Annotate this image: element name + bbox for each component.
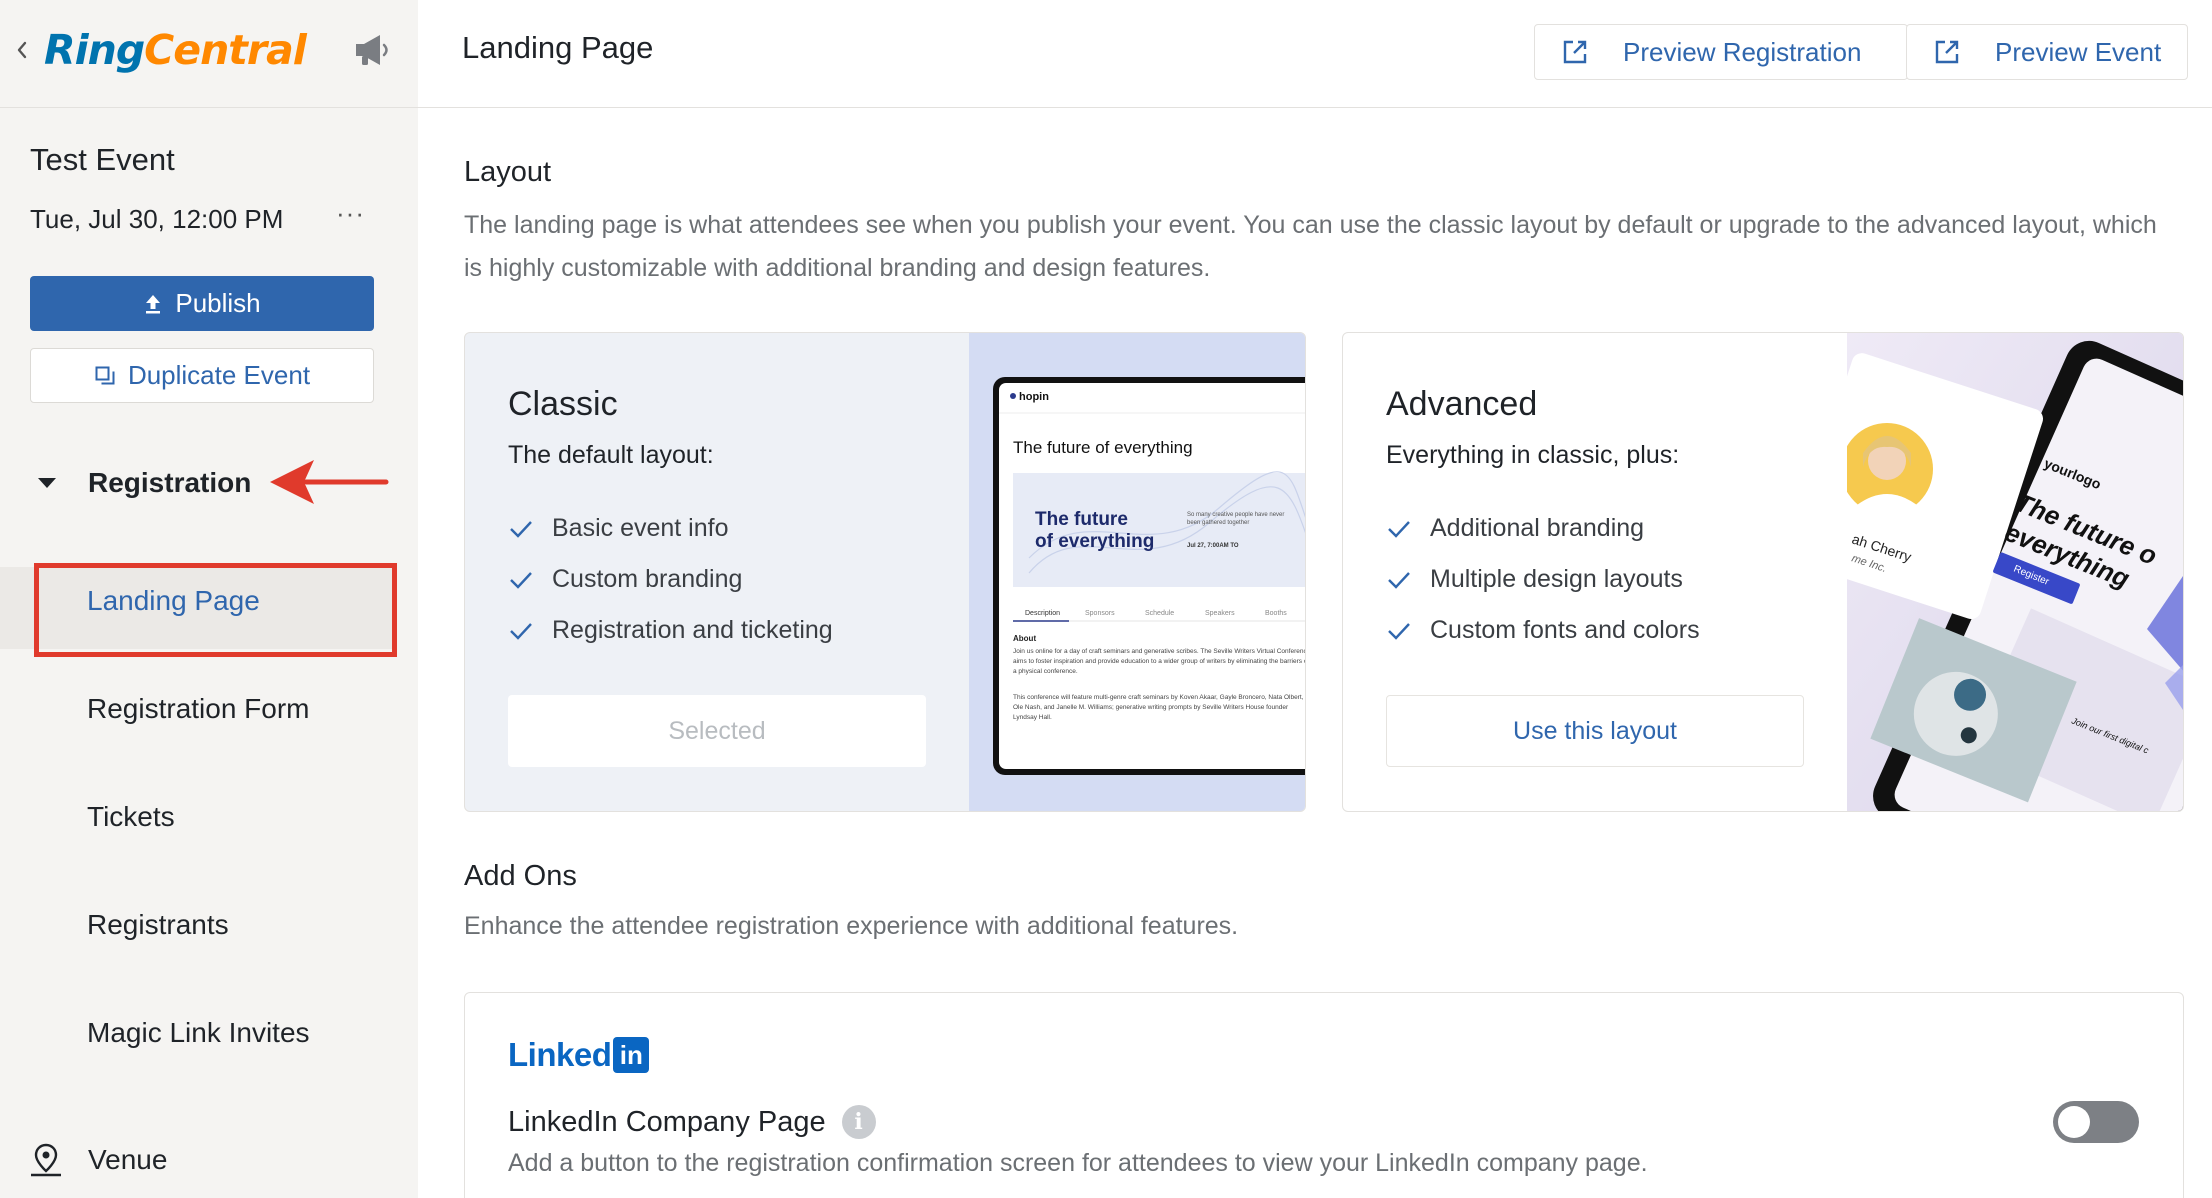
top-header: Landing Page Preview Registration Previe… (418, 0, 2212, 108)
preview-about-text2: This conference will feature multi-genre… (1013, 694, 1304, 721)
check-icon (510, 622, 532, 640)
preview-tab: Speakers (1205, 610, 1235, 617)
chevron-left-icon[interactable] (14, 36, 30, 64)
preview-brand: hopin (1019, 391, 1049, 403)
event-title: Test Event (30, 142, 175, 177)
logo-ring: Ring (44, 26, 145, 74)
linkedin-title-row: LinkedIn Company Page i (508, 1105, 876, 1139)
linkedin-description: Add a button to the registration confirm… (508, 1149, 1648, 1177)
publish-label: Publish (175, 288, 261, 318)
preview-hero-date: Jul 27, 7:00AM TO (1187, 543, 1239, 549)
app-root: Ring Central Test Event Tue, Jul 30, 12:0… (0, 0, 2212, 1198)
megaphone-icon[interactable] (350, 30, 396, 70)
more-options-button[interactable]: ··· (336, 200, 370, 230)
event-date: Tue, Jul 30, 12:00 PM (30, 204, 284, 234)
preview-hero-line2: of everything (1035, 531, 1154, 552)
info-icon[interactable]: i (841, 1105, 876, 1139)
preview-about-label: About (1013, 634, 1036, 643)
upload-icon (146, 294, 161, 313)
annotation-arrow-icon (270, 460, 389, 504)
external-link-icon (1563, 40, 1587, 64)
sidebar-item-magic-link-invites[interactable]: Magic Link Invites (87, 1017, 310, 1049)
ringcentral-logo: Ring Central (44, 22, 307, 78)
addons-heading: Add Ons (464, 860, 577, 892)
copy-icon (95, 366, 115, 384)
feature-label: Registration and ticketing (552, 616, 833, 644)
preview-tab: Description (1025, 610, 1060, 617)
preview-registration-label: Preview Registration (1623, 36, 1862, 67)
toggle-knob (2058, 1106, 2090, 1138)
registration-section-label: Registration (88, 467, 252, 498)
preview-hero-note: So many creative people have never been … (1187, 512, 1285, 526)
advanced-title: Advanced (1386, 385, 1538, 423)
logo-central: Central (144, 26, 307, 74)
list-item: Basic event info (508, 503, 833, 554)
preview-hero-line1: The future (1035, 509, 1128, 530)
classic-feature-list: Basic event info Custom branding Registr… (508, 503, 833, 656)
sidebar: Ring Central Test Event Tue, Jul 30, 12:0… (0, 0, 418, 1198)
classic-selected-button: Selected (508, 695, 926, 767)
registration-section-toggle[interactable]: Registration (30, 460, 251, 506)
advanced-layout-card[interactable]: Advanced Everything in classic, plus: Ad… (1342, 332, 2184, 812)
preview-event-button[interactable]: Preview Event (1906, 24, 2188, 80)
advanced-feature-list: Additional branding Multiple design layo… (1386, 503, 1700, 656)
preview-headline: The future of everything (1013, 438, 1193, 457)
list-item: Multiple design layouts (1386, 554, 1700, 605)
check-icon (1388, 571, 1410, 589)
classic-title: Classic (508, 385, 618, 423)
list-item: Custom branding (508, 554, 833, 605)
check-icon (510, 571, 532, 589)
preview-tab: Schedule (1145, 610, 1174, 617)
linkedin-title: LinkedIn Company Page (508, 1105, 826, 1138)
feature-label: Multiple design layouts (1430, 565, 1683, 593)
sidebar-item-registrants[interactable]: Registrants (87, 909, 229, 941)
preview-tab: Sponsors (1085, 610, 1115, 617)
sidebar-item-venue[interactable]: Venue (28, 1140, 167, 1180)
layout-description: The landing page is what attendees see w… (464, 211, 2157, 282)
layout-heading: Layout (464, 156, 552, 188)
advanced-preview-image: ah Cherry me Inc. yourlogo The future o … (1847, 333, 2183, 811)
check-icon (1388, 622, 1410, 640)
list-item: Custom fonts and colors (1386, 605, 1700, 656)
feature-label: Custom branding (552, 565, 743, 593)
publish-button[interactable]: Publish (30, 276, 374, 331)
caret-down-icon (38, 478, 56, 488)
classic-subtitle: The default layout: (508, 441, 714, 469)
preview-about-text1: Join us online for a day of craft semina… (1013, 648, 1306, 675)
sidebar-header: Ring Central (0, 0, 418, 108)
feature-label: Additional branding (1430, 514, 1645, 542)
preview-tab: Booths (1265, 610, 1287, 617)
check-icon (1388, 520, 1410, 538)
list-item: Registration and ticketing (508, 605, 833, 656)
classic-preview-image: hopin The future of everything The futur… (969, 333, 1306, 811)
check-icon (510, 520, 532, 538)
feature-label: Custom fonts and colors (1430, 616, 1700, 644)
map-pin-icon (31, 1143, 61, 1177)
linkedin-in-icon: in (613, 1037, 650, 1073)
duplicate-label: Duplicate Event (127, 360, 311, 390)
preview-registration-button[interactable]: Preview Registration (1534, 24, 1908, 80)
sidebar-item-registration-form[interactable]: Registration Form (87, 693, 310, 725)
addons-description: Enhance the attendee registration experi… (464, 912, 1239, 940)
duplicate-event-button[interactable]: Duplicate Event (30, 348, 374, 403)
use-this-layout-button[interactable]: Use this layout (1386, 695, 1804, 767)
external-link-icon (1935, 40, 1959, 64)
linkedin-logo-text: Linked (508, 1036, 612, 1073)
advanced-preview-illustration: ah Cherry me Inc. yourlogo The future o … (1847, 333, 2183, 811)
sidebar-item-landing-page[interactable]: Landing Page (87, 585, 260, 617)
list-item: Additional branding (1386, 503, 1700, 554)
advanced-subtitle: Everything in classic, plus: (1386, 441, 1680, 469)
classic-layout-card[interactable]: Classic The default layout: Basic event … (464, 332, 1306, 812)
sidebar-item-tickets[interactable]: Tickets (87, 801, 175, 833)
feature-label: Basic event info (552, 514, 729, 542)
preview-event-label: Preview Event (1995, 36, 2162, 67)
linkedin-addon-card: Linked in LinkedIn Company Page i Add a … (464, 992, 2184, 1198)
classic-preview-illustration: hopin The future of everything The futur… (993, 377, 1306, 775)
linkedin-logo: Linked in (508, 1035, 650, 1075)
linkedin-toggle[interactable] (2053, 1101, 2139, 1143)
venue-label: Venue (88, 1144, 168, 1175)
page-title: Landing Page (462, 30, 654, 65)
